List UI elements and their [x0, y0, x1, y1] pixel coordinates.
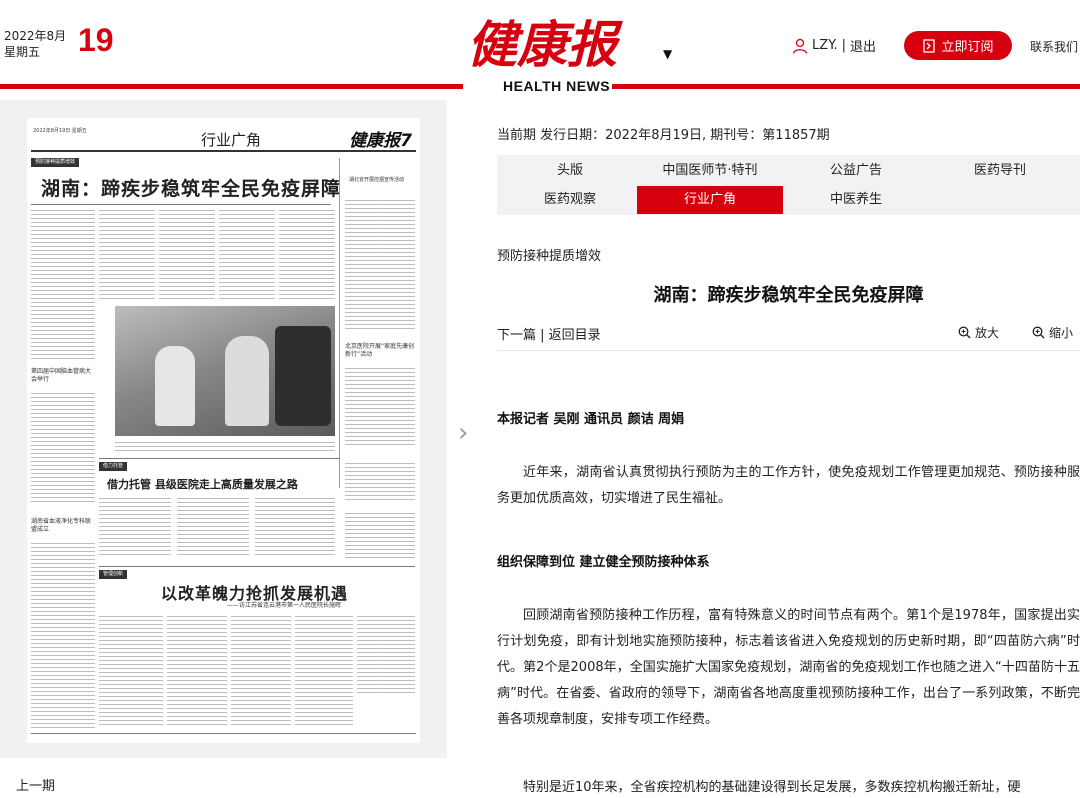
- subscribe-button[interactable]: 立即订阅: [904, 31, 1012, 60]
- subscribe-icon: [923, 38, 936, 53]
- paper-tag-2: 借力托管: [99, 462, 128, 471]
- health-news-logo[interactable]: 健康报: [462, 12, 662, 72]
- paper-side-4[interactable]: 北京医院开展“家庭先康创新行”活动: [345, 343, 415, 359]
- username[interactable]: LZY.: [812, 38, 838, 53]
- user-icon: [792, 38, 808, 54]
- zoom-out-label: 缩小: [1049, 326, 1074, 340]
- paper-photo: [115, 306, 335, 436]
- zoom-in-button[interactable]: 放大: [958, 324, 999, 341]
- paper-masthead: 健康报7: [349, 131, 412, 151]
- tab-front-page[interactable]: 头版: [497, 157, 643, 185]
- article-byline: 本报记者 吴刚 通讯员 颜诘 周娟: [497, 412, 685, 427]
- next-page-chevron-icon[interactable]: ›: [458, 418, 468, 448]
- logo-text: 健康报: [467, 15, 623, 72]
- tab-tcm-health[interactable]: 中医养生: [783, 186, 929, 214]
- article-title: 湖南：蹄疾步稳筑牢全民免疫屏障: [653, 285, 924, 306]
- article-paragraph-2: 回顾湖南省预防接种工作历程，富有特殊意义的时间节点有两个。第1个是1978年，国…: [497, 608, 1080, 727]
- article-paragraph-3: 特别是近10年来，全省疾控机构的基础建设得到长足发展，多数疾控机构搬迁新址，硬: [523, 780, 1021, 795]
- zoom-out-button[interactable]: 缩小: [1032, 324, 1073, 341]
- tab-medicine-watch[interactable]: 医药观察: [497, 186, 643, 214]
- article-paragraph-1: 近年来，湖南省认真贯彻执行预防为主的工作方针，使免疫规划工作管理更加规范、预防接…: [497, 465, 1080, 506]
- next-article-link[interactable]: 下一篇: [497, 328, 536, 343]
- paper-headline-2[interactable]: 借力托管 县级医院走上高质量发展之路: [107, 476, 298, 492]
- paper-tag-3: 管理创新: [99, 570, 128, 579]
- article-nav: 下一篇 | 返回目录: [497, 328, 601, 343]
- tab-medicine-guide[interactable]: 医药导刊: [927, 157, 1073, 185]
- paper-section: 行业广角: [201, 131, 262, 149]
- back-to-index-link[interactable]: 返回目录: [549, 328, 601, 343]
- newspaper-page-image[interactable]: 2022年8月19日 星期五 行业广角 健康报7 预防接种提质增效 湖南：蹄疾步…: [27, 118, 420, 743]
- weekday: 星期五: [4, 45, 41, 59]
- paper-date: 2022年8月19日 星期五: [33, 128, 87, 134]
- year-month: 2022年8月: [4, 29, 67, 43]
- paper-side-1[interactable]: 湖北省开展控烟宣传活动: [349, 176, 415, 184]
- zoom-in-label: 放大: [975, 326, 1000, 340]
- section-tabs: 头版 中国医师节·特刊 公益广告 医药导刊 医药观察 行业广角 中医养生: [497, 155, 1080, 215]
- paper-headline-3[interactable]: 以改革魄力抢抓发展机遇: [161, 580, 348, 604]
- tab-public-ads[interactable]: 公益广告: [783, 157, 929, 185]
- paper-header: 2022年8月19日 星期五 行业广角 健康报7: [31, 124, 416, 152]
- paper-tag-1: 预防接种提质增效: [31, 158, 80, 167]
- nav-divider: [497, 350, 1080, 351]
- paper-side-3[interactable]: 湖南省血液净化专科联盟成立: [31, 518, 95, 534]
- issue-info: 当前期 发行日期：2022年8月19日, 期刊号：第11857期: [497, 128, 830, 143]
- user-box: LZY. | 退出: [792, 36, 876, 55]
- previous-issue-link[interactable]: 上一期: [16, 775, 55, 794]
- logout-link[interactable]: 退出: [850, 36, 876, 55]
- page-preview-panel: 2022年8月19日 星期五 行业广角 健康报7 预防接种提质增效 湖南：蹄疾步…: [0, 100, 447, 758]
- subscribe-label: 立即订阅: [941, 40, 994, 55]
- site-header: 2022年8月 星期五 19 健康报 ▼ HEALTH NEWS LZY. | …: [0, 0, 1080, 94]
- header-rule-right: [612, 84, 1080, 89]
- article-section-heading: 组织保障到位 建立健全预防接种体系: [497, 555, 710, 570]
- paper-side-2[interactable]: 第四届中国脑血管病大会举行: [31, 368, 95, 384]
- issue-date: 2022年8月 星期五: [4, 28, 66, 60]
- article-kicker: 预防接种提质增效: [497, 249, 602, 264]
- zoom-out-icon: [1032, 326, 1045, 339]
- day-number: 19: [78, 22, 114, 58]
- paper-subhead-3: ——访江苏省连云港市第一人民医院长施晖: [227, 602, 342, 609]
- zoom-in-icon: [958, 326, 971, 339]
- tab-doctors-day[interactable]: 中国医师节·特刊: [637, 157, 783, 185]
- logo-subtitle: HEALTH NEWS: [503, 78, 611, 94]
- logo-dropdown-icon[interactable]: ▼: [663, 47, 672, 61]
- contact-link[interactable]: 联系我们: [1030, 38, 1078, 55]
- tab-industry-view[interactable]: 行业广角: [637, 186, 783, 214]
- paper-headline-1[interactable]: 湖南：蹄疾步稳筑牢全民免疫屏障: [41, 174, 341, 201]
- header-rule-left: [0, 84, 463, 89]
